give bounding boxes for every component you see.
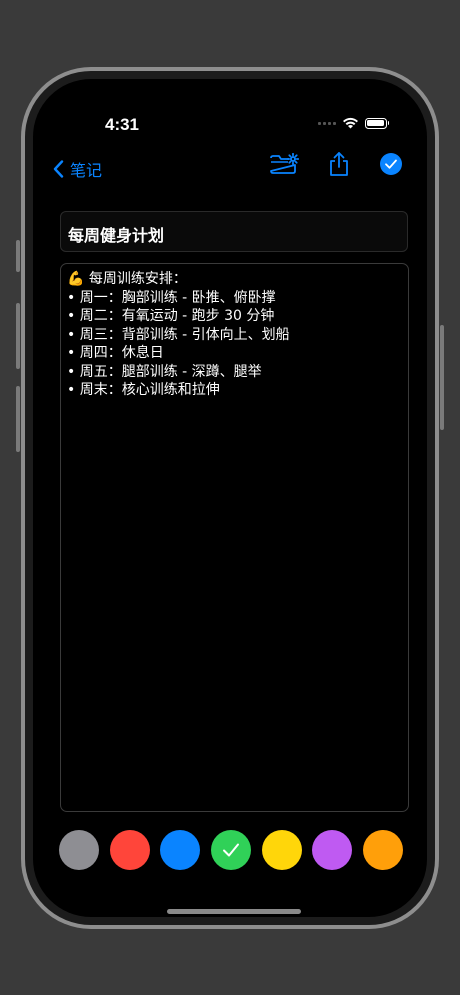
nav-actions xyxy=(269,151,403,177)
battery-icon xyxy=(364,117,389,129)
phone-frame: 4:31 笔记 每周健身计划 💪 每周训练安排： • 周一：胸部训练 - 卧推、… xyxy=(21,67,439,929)
back-label: 笔记 xyxy=(70,161,103,180)
content-line: • 周四：休息日 xyxy=(67,345,164,361)
color-swatch-green[interactable] xyxy=(210,830,251,870)
color-swatch-orange[interactable] xyxy=(362,830,403,870)
checkmark-circle-icon xyxy=(380,153,402,175)
chevron-left-icon xyxy=(53,160,64,178)
selected-checkmark-icon xyxy=(222,843,239,857)
status-time: 4:31 xyxy=(104,115,140,134)
content-line: • 周二：有氧运动 - 跑步 30 分钟 xyxy=(67,308,275,324)
note-content-editor[interactable]: 💪 每周训练安排： • 周一：胸部训练 - 卧推、俯卧撑 • 周二：有氧运动 -… xyxy=(60,263,409,812)
done-button[interactable] xyxy=(379,152,403,176)
home-indicator xyxy=(167,909,301,914)
color-picker xyxy=(59,830,403,870)
volume-up-button xyxy=(16,303,20,369)
folder-settings-button[interactable] xyxy=(269,153,299,175)
mute-switch xyxy=(16,240,20,272)
content-line: • 周三：背部训练 - 引体向上、划船 xyxy=(67,326,290,343)
content-line: • 周末：核心训练和拉伸 xyxy=(67,382,220,398)
share-icon xyxy=(330,152,348,176)
status-icons xyxy=(317,117,389,129)
screen: 4:31 笔记 每周健身计划 💪 每周训练安排： • 周一：胸部训练 - 卧推、… xyxy=(33,79,427,917)
color-swatch-gray[interactable] xyxy=(59,830,99,870)
volume-down-button xyxy=(16,386,20,452)
signal-icon xyxy=(317,121,336,125)
folder-settings-icon xyxy=(270,153,299,174)
wifi-icon xyxy=(342,117,359,129)
back-button[interactable]: 笔记 xyxy=(53,157,102,181)
color-swatch-yellow[interactable] xyxy=(261,830,302,870)
power-button xyxy=(440,325,444,430)
content-line: • 周五：腿部训练 - 深蹲、腿举 xyxy=(67,363,262,380)
phone-bezel: 4:31 笔记 每周健身计划 💪 每周训练安排： • 周一：胸部训练 - 卧推、… xyxy=(25,71,435,925)
content-line: 💪 每周训练安排： xyxy=(67,271,187,287)
color-swatch-blue[interactable] xyxy=(160,830,201,870)
note-title-field[interactable]: 每周健身计划 xyxy=(60,211,408,252)
color-swatch-red[interactable] xyxy=(109,830,150,870)
share-button[interactable] xyxy=(329,151,349,177)
content-line: • 周一：胸部训练 - 卧推、俯卧撑 xyxy=(67,289,276,306)
color-swatch-purple[interactable] xyxy=(312,830,353,870)
